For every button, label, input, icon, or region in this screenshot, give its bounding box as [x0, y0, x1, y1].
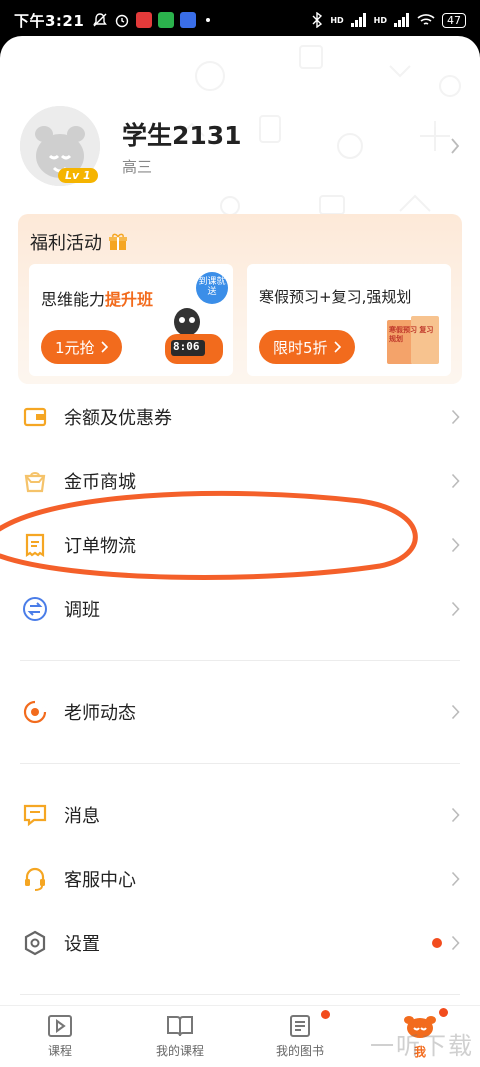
status-dot-icon — [206, 18, 211, 22]
buy-1yuan-button[interactable]: 1元抢 — [41, 330, 122, 364]
wechat-icon — [158, 12, 175, 28]
promo-title-highlight: 提升班 — [105, 290, 154, 309]
book-open-icon — [167, 1016, 193, 1037]
menu-item-coin-mall[interactable]: 金币商城 — [0, 451, 480, 511]
half-price-label: 限时5折 — [273, 338, 328, 357]
half-price-button[interactable]: 限时5折 — [259, 330, 355, 364]
status-right-icons: HD HD 47 — [311, 12, 466, 28]
status-left-icons — [92, 12, 211, 28]
signal-2-icon — [394, 13, 409, 27]
chevron-right-icon — [451, 537, 460, 553]
tab-my-books[interactable]: 我的图书 — [240, 1006, 360, 1067]
profile-header[interactable]: Lv 1 学生2131 高三 — [20, 98, 460, 194]
tab-label: 我的图书 — [275, 1044, 324, 1058]
promo-card-thinking[interactable]: 思维能力提升班 1元抢 到课就送 8:06 — [29, 264, 233, 376]
swap-icon — [23, 597, 47, 621]
wifi-icon — [417, 14, 435, 25]
chevron-right-icon — [451, 704, 460, 720]
buy-button-label: 1元抢 — [55, 338, 95, 357]
gift-icon — [109, 233, 127, 250]
promo-badge-text: 到课就送 — [198, 277, 226, 297]
settings-notification-dot — [432, 938, 442, 948]
shopping-bag-icon — [24, 472, 46, 493]
chevron-right-icon — [451, 473, 460, 489]
chevron-right-icon — [451, 138, 460, 154]
bluetooth-icon — [312, 12, 323, 28]
welfare-title-text: 福利活动 — [30, 233, 102, 254]
status-time: 下午3:21 — [14, 11, 85, 30]
tab-notification-dot — [321, 1010, 330, 1019]
netease-music-icon — [136, 12, 153, 28]
menu-label: 设置 — [64, 934, 100, 955]
signal-2-label: HD — [373, 15, 387, 25]
message-icon — [23, 804, 47, 827]
document-icon — [290, 1015, 310, 1037]
profile-info: 学生2131 高三 — [122, 116, 242, 177]
welfare-section: 福利活动 思维能力提升班 1元抢 到课就送 8:06 寒假预习+复习,强规划 限… — [18, 214, 462, 384]
signal-1-label: HD — [330, 15, 344, 25]
signal-1-icon — [350, 13, 366, 27]
menu-label: 老师动态 — [64, 703, 136, 724]
menu-label: 余额及优惠券 — [64, 408, 172, 429]
chevron-right-icon — [100, 341, 108, 353]
tab-courses[interactable]: 课程 — [0, 1006, 120, 1067]
bottom-tab-bar: 课程 我的课程 我的图书 我 一听下载 — [0, 1005, 480, 1067]
menu-label: 消息 — [64, 806, 100, 827]
customer-service-icon — [25, 867, 45, 891]
profile-screen: Lv 1 学生2131 高三 福利活动 思维能力提升班 1元抢 到课就送 8:0… — [0, 36, 480, 1067]
promo-card-title: 寒假预习+复习,强规划 — [259, 288, 412, 306]
chevron-right-icon — [451, 807, 460, 823]
section-divider — [20, 994, 460, 995]
book-cover-text: 寒假预习 复习规划 — [389, 326, 434, 343]
clock-display-text: 8:06 — [173, 340, 200, 353]
level-badge: Lv 1 — [58, 168, 98, 183]
teacher-feed-icon — [23, 700, 47, 724]
battery-indicator: 47 — [442, 12, 466, 28]
app-icon — [180, 12, 197, 28]
chevron-right-icon — [451, 935, 460, 951]
section-divider — [20, 660, 460, 661]
menu-label: 客服中心 — [64, 870, 136, 891]
menu-item-settings[interactable]: 设置 — [0, 913, 480, 973]
chevron-right-icon — [333, 341, 341, 353]
tab-label: 我的课程 — [155, 1044, 204, 1058]
wallet-icon — [23, 407, 47, 427]
promo-card-winter[interactable]: 寒假预习+复习,强规划 限时5折 寒假预习 复习规划 — [247, 264, 451, 376]
chevron-right-icon — [451, 871, 460, 887]
user-grade: 高三 — [122, 157, 153, 176]
order-icon — [25, 533, 45, 558]
menu-item-messages[interactable]: 消息 — [0, 785, 480, 845]
play-icon — [48, 1015, 72, 1037]
menu-item-balance[interactable]: 余额及优惠券 — [0, 387, 480, 447]
menu-label: 金币商城 — [64, 472, 136, 493]
menu-item-teacher-feed[interactable]: 老师动态 — [0, 682, 480, 742]
book-illustration: 寒假预习 复习规划 — [387, 316, 439, 366]
menu-item-orders[interactable]: 订单物流 — [0, 515, 480, 575]
menu-label: 订单物流 — [64, 536, 136, 557]
menu-item-customer-service[interactable]: 客服中心 — [0, 849, 480, 909]
promo-card-title: 思维能力提升班 — [41, 286, 153, 310]
menu-label: 调班 — [64, 600, 100, 621]
tab-label: 课程 — [47, 1044, 72, 1058]
chevron-right-icon — [451, 409, 460, 425]
status-bar: 下午3:21 HD HD 47 — [0, 0, 480, 40]
alarm-clock-illustration-icon — [165, 308, 223, 364]
tab-notification-dot — [439, 1008, 448, 1017]
alarm-icon — [116, 14, 129, 28]
watermark: 一听下载 — [370, 1032, 474, 1060]
mute-bell-icon — [93, 13, 108, 27]
menu-item-change-class[interactable]: 调班 — [0, 579, 480, 639]
tab-my-courses[interactable]: 我的课程 — [120, 1006, 240, 1067]
chevron-right-icon — [451, 601, 460, 617]
avatar[interactable]: Lv 1 — [20, 106, 100, 186]
settings-icon — [24, 930, 46, 956]
user-name: 学生2131 — [122, 120, 242, 150]
section-divider — [20, 763, 460, 764]
promo-title-prefix: 思维能力 — [41, 290, 106, 309]
welfare-title: 福利活动 — [30, 229, 128, 255]
